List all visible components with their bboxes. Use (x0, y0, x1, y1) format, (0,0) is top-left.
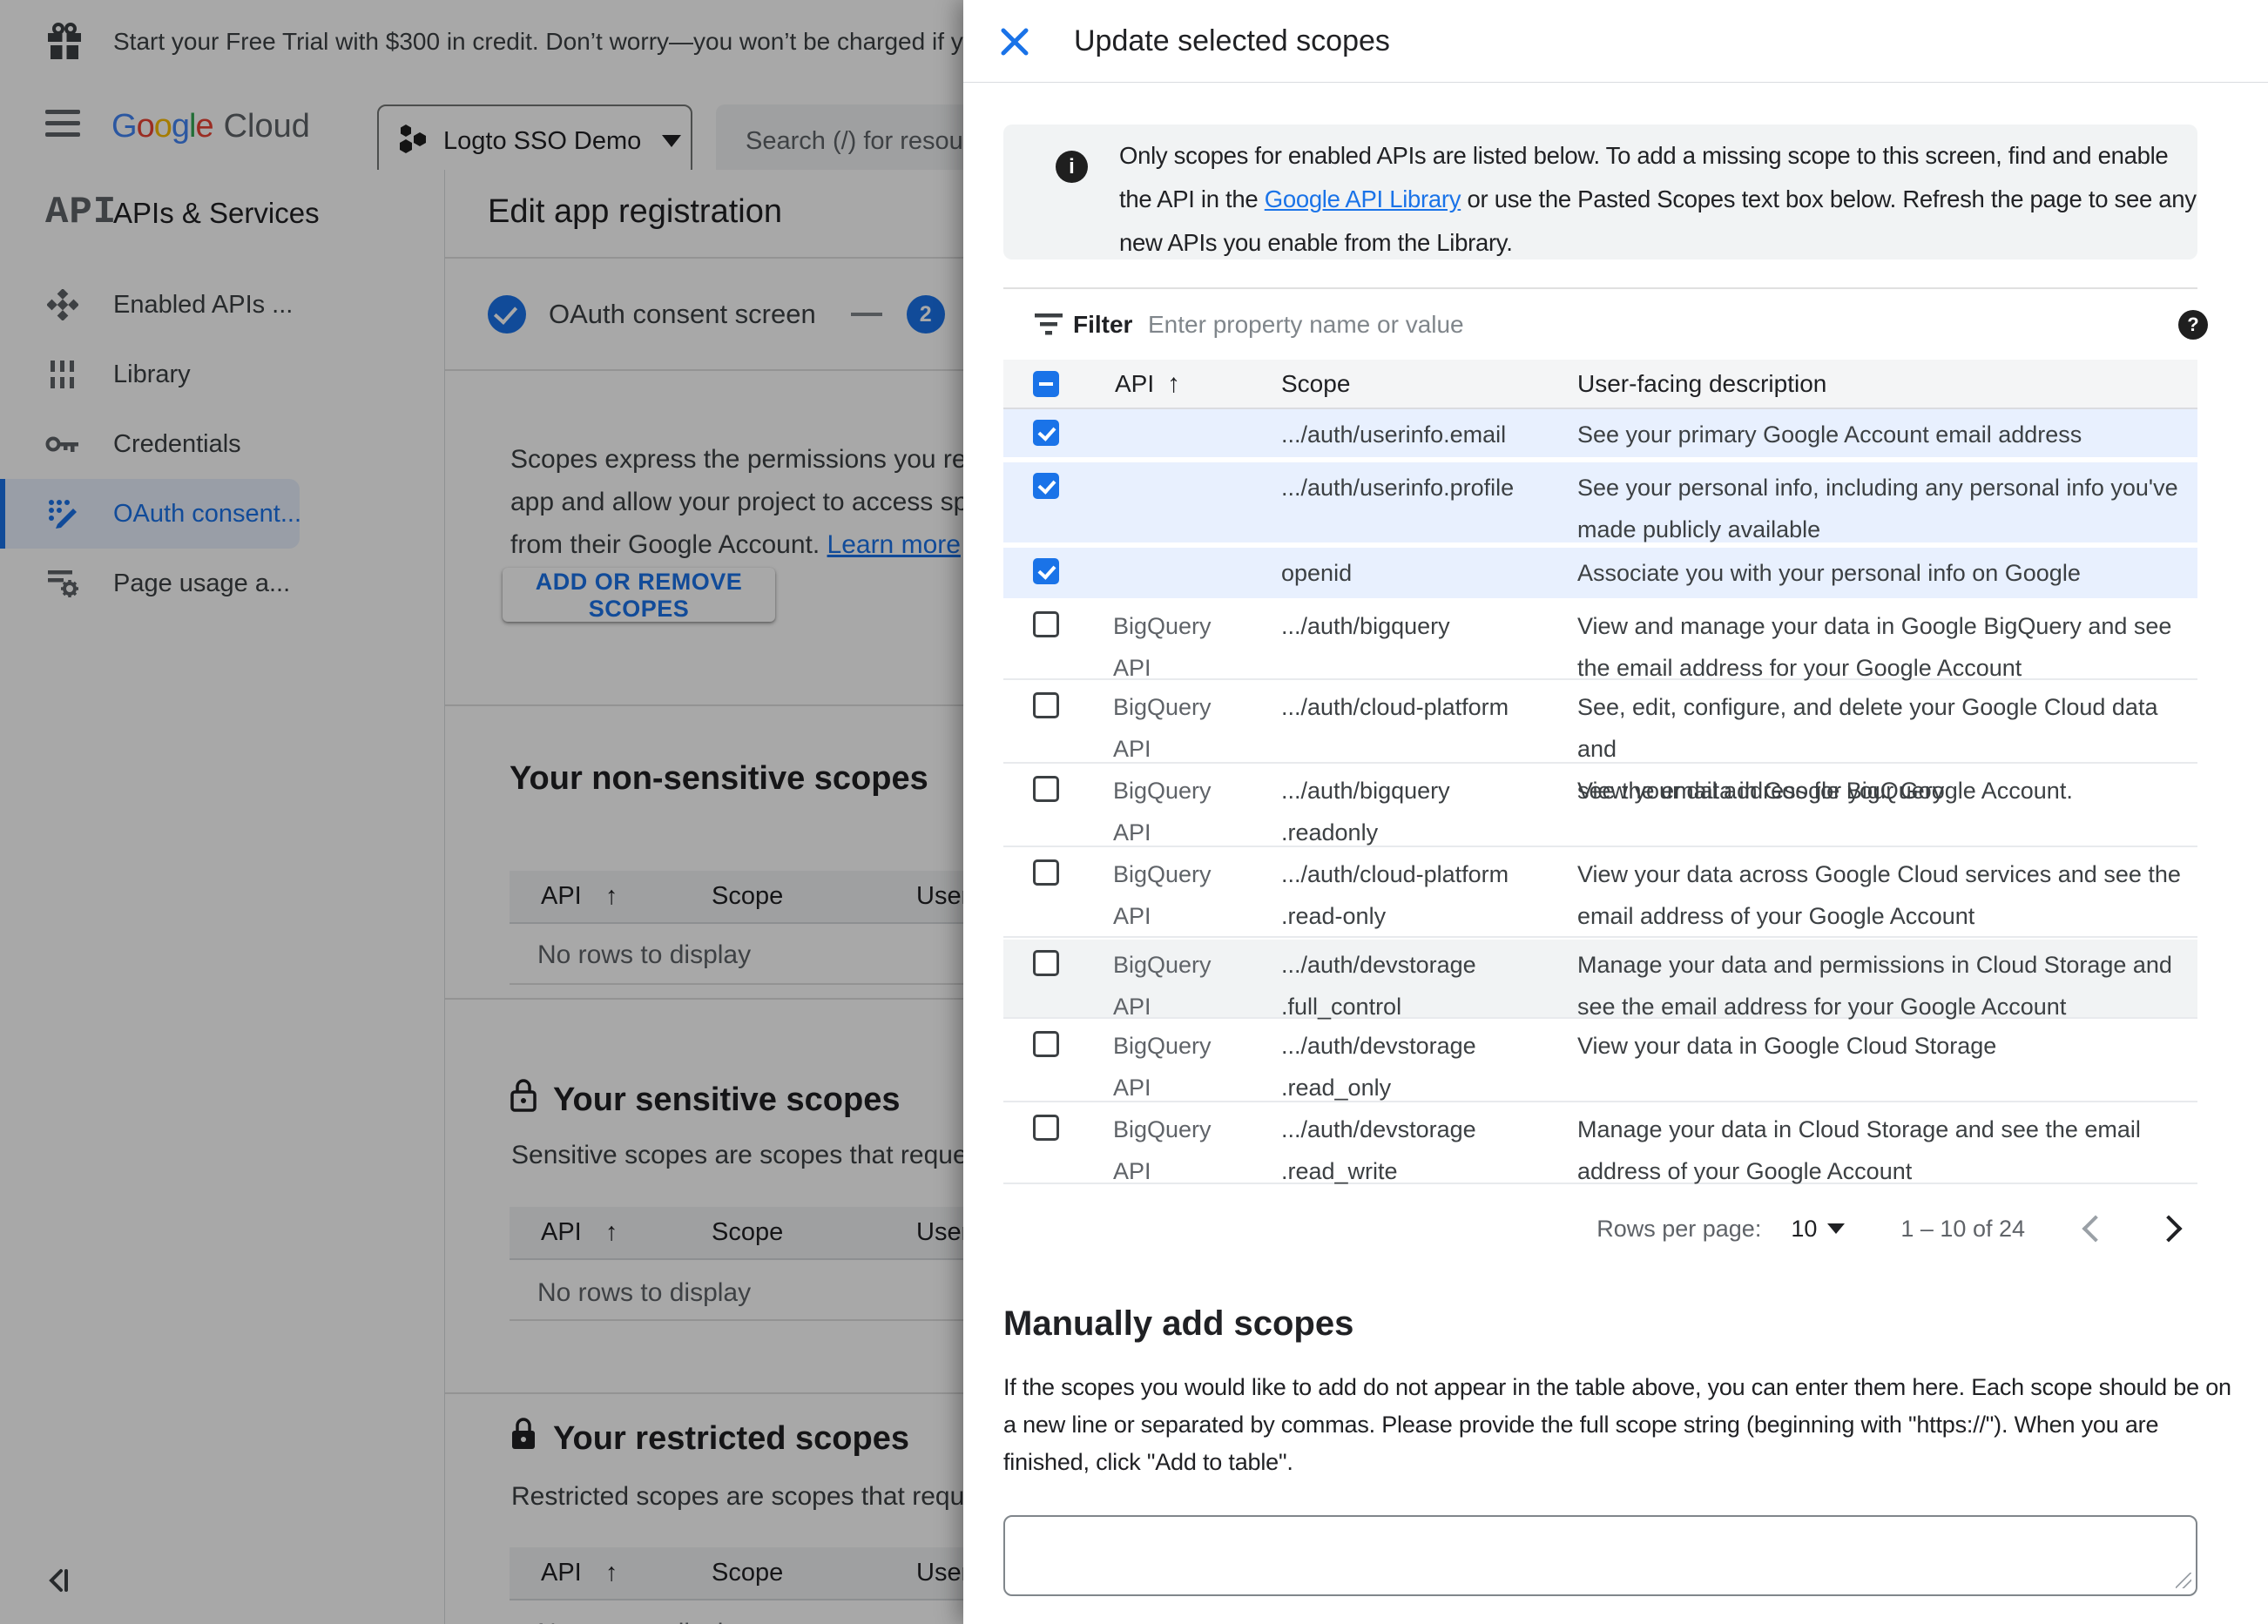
scope-row-checkbox[interactable] (1033, 420, 1059, 446)
info-banner: i Only scopes for enabled APIs are liste… (1003, 125, 2197, 259)
info-icon: i (1056, 151, 1088, 183)
pagination-bar: Rows per page: 10 1 – 10 of 24 (1596, 1186, 2197, 1271)
scope-row-checkbox[interactable] (1033, 950, 1059, 976)
scopes-table-header: API ↑ Scope User-facing description (1003, 360, 2197, 409)
scope-desc-cell: View your data in Google BigQuery (1577, 778, 1945, 804)
scope-table-row[interactable]: openid Associate you with your personal i… (1003, 548, 2197, 601)
scope-api-cell: BigQuery API (1113, 613, 1212, 681)
scope-api-cell: BigQuery API (1113, 1116, 1212, 1184)
scope-table-row[interactable]: .../auth/userinfo.profile See your person… (1003, 462, 2197, 545)
manual-scopes-textarea[interactable] (1003, 1515, 2197, 1596)
scope-scope-cell: .../auth/cloud-platform (1281, 694, 1509, 720)
scope-desc-cell: Manage your data in Cloud Storage and se… (1577, 1116, 2141, 1184)
rows-per-page-caret-icon[interactable] (1827, 1223, 1846, 1234)
scope-desc-cell: View and manage your data in Google BigQ… (1577, 613, 2172, 681)
rows-per-page-value[interactable]: 10 (1791, 1216, 1817, 1243)
scope-api-cell: BigQuery API (1113, 778, 1212, 846)
scope-table-row[interactable]: BigQuery API .../auth/devstorage .read_writ… (1003, 1104, 2197, 1184)
scope-scope-cell: .../auth/devstorage .read_write (1281, 1116, 1476, 1184)
scope-desc-cell: Manage your data and permissions in Clou… (1577, 952, 2172, 1020)
scope-api-cell: BigQuery API (1113, 694, 1212, 762)
scope-desc-cell: View your data in Google Cloud Storage (1577, 1033, 1997, 1059)
scope-scope-cell: .../auth/devstorage .full_control (1281, 952, 1476, 1020)
google-api-library-link[interactable]: Google API Library (1265, 185, 1461, 212)
scope-row-checkbox[interactable] (1033, 776, 1059, 802)
column-description[interactable]: User-facing description (1577, 360, 1826, 408)
next-page-icon[interactable] (2155, 1215, 2183, 1243)
scope-table-row[interactable]: BigQuery API .../auth/devstorage .full_cont… (1003, 940, 2197, 1020)
select-all-checkbox[interactable] (1033, 371, 1059, 397)
filter-row: Filter ? (1003, 289, 2208, 360)
scope-row-checkbox[interactable] (1033, 1031, 1059, 1057)
scope-scope-cell: openid (1281, 560, 1353, 586)
column-api[interactable]: API (1115, 360, 1154, 408)
scope-table-row[interactable]: BigQuery API .../auth/bigquery View and man… (1003, 601, 2197, 681)
panel-title: Update selected scopes (1074, 24, 1390, 57)
scope-row-checkbox[interactable] (1033, 473, 1059, 499)
scope-table-row[interactable]: BigQuery API .../auth/devstorage .read_only… (1003, 1021, 2197, 1102)
panel-header: Update selected scopes (963, 0, 2268, 83)
scope-scope-cell: .../auth/userinfo.email (1281, 421, 1507, 448)
scope-scope-cell: .../auth/bigquery .readonly (1281, 778, 1450, 846)
scope-row-checkbox[interactable] (1033, 859, 1059, 886)
rows-per-page-label: Rows per page: (1596, 1215, 1762, 1242)
app-window: Start your Free Trial with $300 in credi… (0, 0, 2268, 1624)
scope-table-row[interactable]: BigQuery API .../auth/cloud-platform See, e… (1003, 682, 2197, 804)
scope-desc-cell: View your data across Google Cloud servi… (1577, 861, 2181, 929)
previous-page-icon (2082, 1215, 2109, 1243)
filter-label: Filter (1073, 310, 1133, 338)
scope-desc-cell: See your primary Google Account email ad… (1577, 421, 2082, 448)
update-scopes-panel: Update selected scopes i Only scopes for… (963, 0, 2268, 1624)
filter-input[interactable] (1146, 298, 1934, 352)
manually-add-scopes-heading: Manually add scopes (1003, 1304, 1354, 1343)
scope-table-row[interactable]: BigQuery API .../auth/bigquery .readonly Vie… (1003, 765, 2197, 847)
filter-icon (1035, 313, 1064, 340)
scope-api-cell: BigQuery API (1113, 952, 1212, 1020)
scope-api-cell: BigQuery API (1113, 1033, 1212, 1101)
column-scope[interactable]: Scope (1281, 360, 1350, 408)
scope-scope-cell: .../auth/cloud-platform .read-only (1281, 861, 1509, 929)
close-icon[interactable] (996, 23, 1034, 61)
scope-scope-cell: .../auth/userinfo.profile (1281, 475, 1515, 501)
scope-desc-cell: See your personal info, including any pe… (1577, 475, 2178, 542)
sort-ascending-icon[interactable]: ↑ (1167, 360, 1180, 408)
manually-add-scopes-description: If the scopes you would like to add do n… (1003, 1374, 2231, 1475)
help-icon[interactable]: ? (2178, 310, 2208, 340)
scope-desc-cell: Associate you with your personal info on… (1577, 560, 2081, 586)
scope-row-checkbox[interactable] (1033, 611, 1059, 637)
scope-scope-cell: .../auth/devstorage .read_only (1281, 1033, 1476, 1101)
scope-scope-cell: .../auth/bigquery (1281, 613, 1450, 639)
scope-api-cell: BigQuery API (1113, 861, 1212, 929)
pagination-range: 1 – 10 of 24 (1900, 1215, 2025, 1242)
scope-row-checkbox[interactable] (1033, 692, 1059, 718)
scope-table-row[interactable]: .../auth/userinfo.email See your primary … (1003, 409, 2197, 460)
scope-row-checkbox[interactable] (1033, 1115, 1059, 1141)
scope-table-row[interactable]: BigQuery API .../auth/cloud-platform .read-… (1003, 849, 2197, 938)
scope-row-checkbox[interactable] (1033, 558, 1059, 584)
